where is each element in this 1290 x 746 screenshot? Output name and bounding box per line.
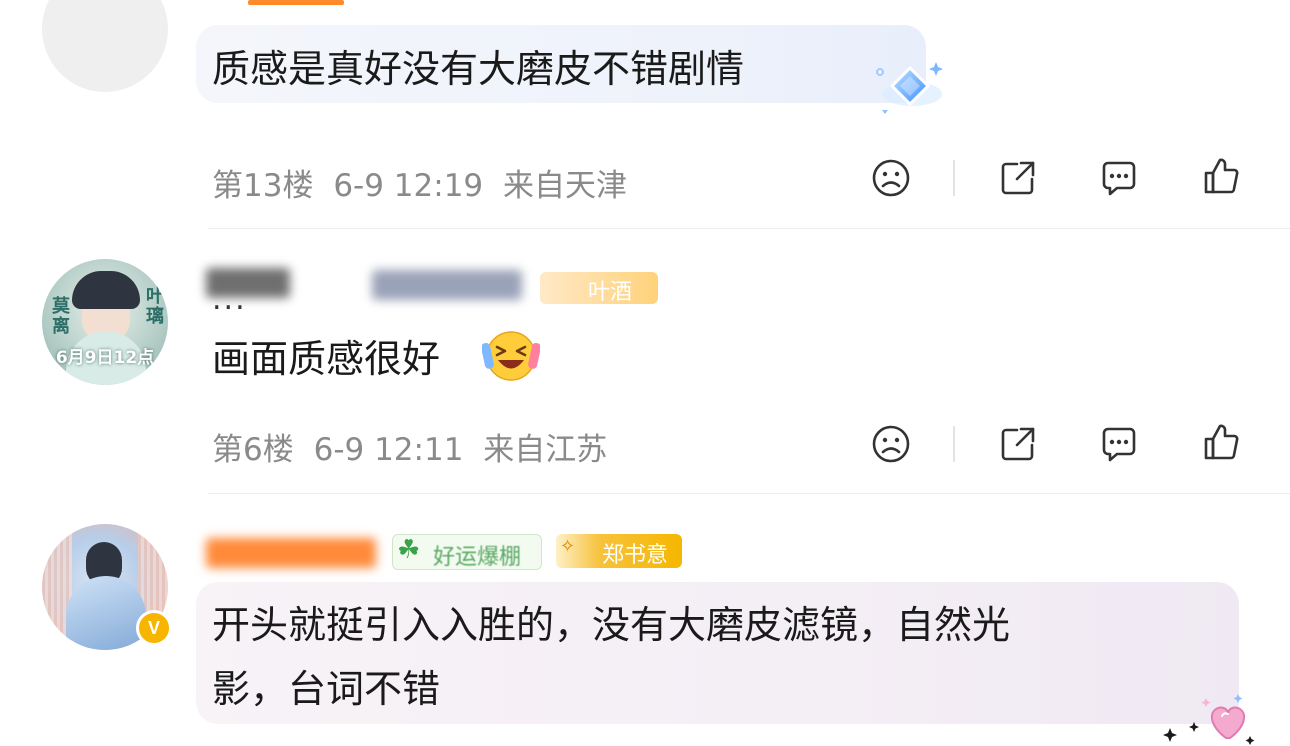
clover-icon: ☘ <box>397 535 421 565</box>
username-blur <box>206 538 376 568</box>
verified-badge-icon: V <box>136 610 172 646</box>
luck-badge[interactable]: ☘ 好运爆棚 <box>392 534 542 570</box>
location: 来自江苏 <box>483 432 608 468</box>
username-fragment <box>248 0 344 5</box>
dislike-button[interactable] <box>868 155 914 201</box>
luck-badge-label: 好运爆棚 <box>433 545 522 570</box>
comment-text-line2: 影，台词不错 <box>212 667 441 711</box>
share-icon <box>1001 161 1035 195</box>
share-icon <box>1001 427 1035 461</box>
heart-bubble-icon <box>1163 694 1255 745</box>
divider <box>208 493 1290 494</box>
comment-icon <box>1102 427 1136 462</box>
action-divider <box>953 426 955 462</box>
reply-button[interactable] <box>1096 421 1142 467</box>
reply-button[interactable] <box>1096 155 1142 201</box>
floor-number: 第13楼 <box>212 168 314 204</box>
timestamp: 6-9 12:11 <box>313 432 464 468</box>
laughing-tears-emoji-icon <box>482 331 540 381</box>
like-button[interactable] <box>1198 153 1244 199</box>
comment-meta: 第13楼 6-9 12:19 来自天津 <box>212 160 627 205</box>
avatar-caption: 6月9日12点 <box>55 348 155 368</box>
comment-text: 质感是真好没有大磨皮不错剧情 <box>212 47 745 91</box>
like-button[interactable] <box>1198 419 1244 465</box>
fan-badge-label: 郑书意 <box>602 543 669 568</box>
floor-number: 第6楼 <box>212 432 294 468</box>
avatar[interactable]: V <box>42 524 172 650</box>
action-divider <box>953 160 955 196</box>
divider <box>208 228 1290 229</box>
fan-badge[interactable]: ✧ 郑书意 <box>556 534 682 568</box>
sad-face-icon <box>872 425 910 463</box>
timestamp: 6-9 12:19 <box>333 168 484 204</box>
share-button[interactable] <box>995 155 1041 201</box>
username[interactable]: ... <box>212 282 247 317</box>
fan-badge[interactable]: 叶酒 <box>540 272 658 305</box>
avatar[interactable] <box>42 0 168 92</box>
diamond-bubble-icon <box>876 62 943 114</box>
comment-icon <box>1102 161 1136 196</box>
comment-text-line1: 开头就挺引入入胜的，没有大磨皮滤镜，自然光 <box>212 603 1011 647</box>
dislike-button[interactable] <box>868 421 914 467</box>
avatar[interactable]: 莫离 叶璃 6月9日12点 <box>42 259 168 385</box>
fan-badge-label: 叶酒 <box>588 280 633 305</box>
thumbs-up-icon <box>1204 158 1239 194</box>
location: 来自天津 <box>503 168 627 204</box>
username-blur <box>372 270 522 300</box>
thumbs-up-icon <box>1204 424 1239 460</box>
sad-face-icon <box>872 159 910 197</box>
comment-meta: 第6楼 6-9 12:11 来自江苏 <box>212 424 607 469</box>
share-button[interactable] <box>995 421 1041 467</box>
fan-level: ✧ <box>560 536 576 557</box>
comment-text: 画面质感很好 <box>212 337 441 381</box>
